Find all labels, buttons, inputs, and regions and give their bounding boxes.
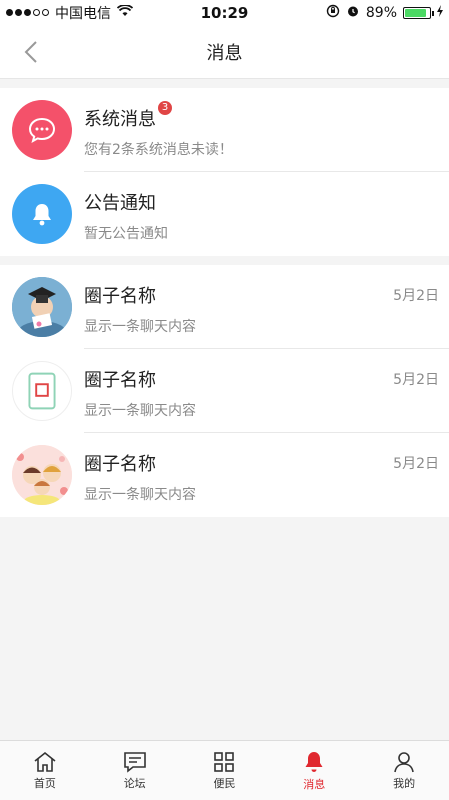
page-title: 消息 — [206, 42, 243, 64]
group-avatar — [12, 445, 72, 505]
tab-label: 便民 — [213, 776, 236, 790]
group-name: 圈子名称 — [84, 454, 156, 475]
battery-percent: 89% — [365, 4, 397, 21]
group-avatar — [12, 361, 72, 421]
message-date: 5月2日 — [393, 456, 439, 472]
chevron-left-icon — [24, 41, 37, 63]
tab-messages[interactable]: 消息 — [269, 741, 359, 800]
chat-bubble-icon — [28, 117, 56, 144]
tab-label: 我的 — [393, 776, 416, 790]
bell-icon — [305, 751, 323, 772]
status-left: 中国电信 — [6, 3, 134, 23]
tab-me[interactable]: 我的 — [359, 741, 449, 800]
battery-icon — [403, 6, 434, 19]
group-avatar — [12, 277, 72, 337]
announcement-title: 公告通知 — [84, 193, 156, 214]
tab-services[interactable]: 便民 — [180, 741, 270, 800]
group-name: 圈子名称 — [84, 370, 156, 391]
group-row[interactable]: 圈子名称 5月2日 显示一条聊天内容 — [0, 433, 449, 517]
message-date: 5月2日 — [393, 372, 439, 388]
message-preview: 显示一条聊天内容 — [84, 487, 196, 503]
phone-frame-icon — [28, 372, 56, 410]
tab-forum[interactable]: 论坛 — [90, 741, 180, 800]
alarm-icon — [346, 4, 360, 22]
bell-icon — [33, 204, 51, 226]
status-bar: 中国电信 10:29 89% — [0, 0, 449, 25]
system-message-subtitle: 您有2条系统消息未读！ — [84, 142, 233, 158]
system-message-title: 系统消息3 — [84, 101, 172, 131]
announcement-subtitle: 暂无公告通知 — [84, 226, 168, 242]
status-right: 89% — [326, 4, 443, 22]
rotation-lock-icon — [326, 4, 340, 22]
navigation-bar: 消息 — [0, 25, 449, 79]
back-button[interactable] — [16, 37, 46, 67]
message-preview: 显示一条聊天内容 — [84, 403, 196, 419]
grid-icon — [214, 751, 235, 772]
tab-label: 首页 — [33, 776, 56, 790]
message-date: 5月2日 — [393, 288, 439, 304]
signal-strength-icon — [6, 9, 49, 16]
group-name: 圈子名称 — [84, 286, 156, 307]
wifi-icon — [116, 3, 134, 21]
group-row[interactable]: 圈子名称 5月2日 显示一条聊天内容 — [0, 349, 449, 433]
cartoon-family-icon — [12, 445, 72, 505]
announcement-avatar — [12, 184, 72, 244]
system-message-avatar — [12, 100, 72, 160]
tab-label: 论坛 — [123, 776, 146, 790]
tab-label: 消息 — [303, 777, 326, 791]
tab-bar: 首页 论坛 便民 消息 我的 — [0, 740, 449, 800]
unread-badge: 3 — [158, 101, 172, 115]
system-message-label: 系统消息 — [84, 109, 156, 130]
carrier-name: 中国电信 — [55, 5, 111, 22]
announcement-row[interactable]: 公告通知 暂无公告通知 — [0, 172, 449, 256]
charging-icon — [437, 4, 443, 21]
system-section: 系统消息3 您有2条系统消息未读！ 公告通知 暂无公告通知 — [0, 88, 449, 256]
message-preview: 显示一条聊天内容 — [84, 319, 196, 335]
graduation-avatar-icon — [12, 277, 72, 337]
home-icon — [34, 751, 56, 772]
message-board-icon — [123, 751, 146, 773]
system-message-row[interactable]: 系统消息3 您有2条系统消息未读！ — [0, 88, 449, 172]
person-icon — [394, 751, 414, 772]
group-row[interactable]: 圈子名称 5月2日 显示一条聊天内容 — [0, 265, 449, 349]
group-list: 圈子名称 5月2日 显示一条聊天内容 圈子名称 5月2日 显示一条聊天内容 圈子… — [0, 265, 449, 517]
tab-home[interactable]: 首页 — [0, 741, 90, 800]
